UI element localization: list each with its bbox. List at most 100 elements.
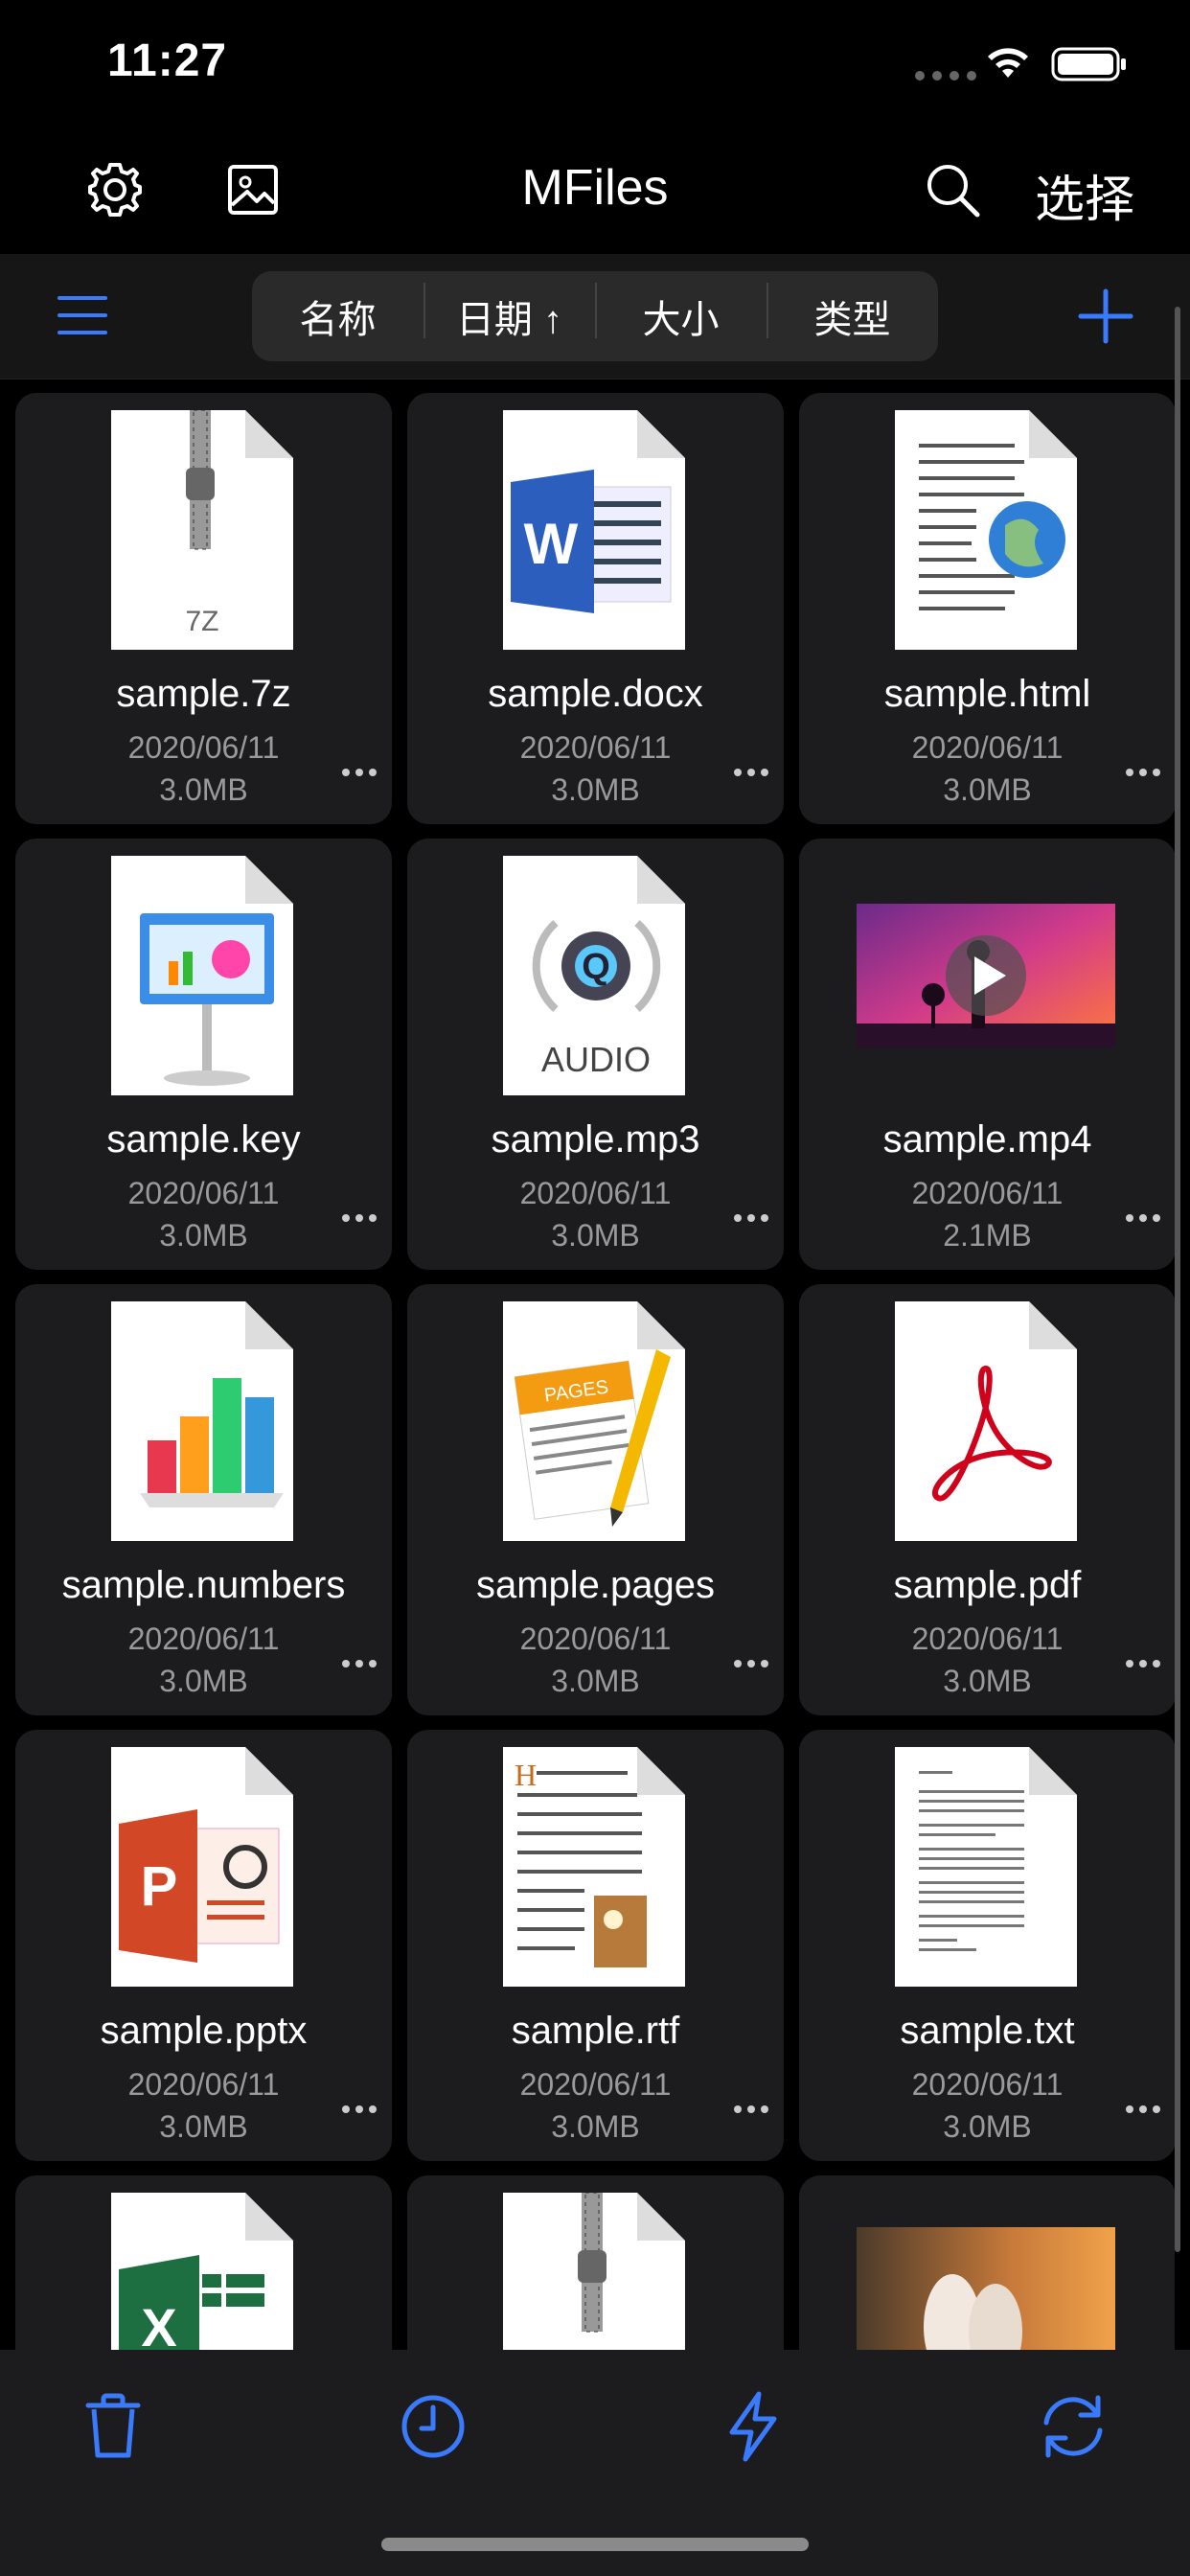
- more-options-icon[interactable]: [340, 765, 378, 780]
- file-size: 3.0MB: [943, 1664, 1032, 1698]
- more-options-icon[interactable]: [1124, 2102, 1162, 2117]
- file-size: 3.0MB: [943, 772, 1032, 807]
- more-options-icon[interactable]: [732, 2102, 770, 2117]
- file-card[interactable]: PAGES sample.pages 2020/06/11 3.0MB: [407, 1284, 784, 1715]
- file-size: 3.0MB: [159, 772, 248, 807]
- file-badge: 7Z: [185, 606, 218, 637]
- file-size: 3.0MB: [159, 1218, 248, 1253]
- more-options-icon[interactable]: [1124, 1210, 1162, 1226]
- word-icon: W: [503, 410, 685, 650]
- sort-by-name[interactable]: 名称: [252, 288, 423, 344]
- trash-icon[interactable]: [75, 2388, 151, 2465]
- rtf-icon: H: [503, 1747, 685, 1987]
- more-options-icon[interactable]: [340, 1210, 378, 1226]
- status-time: 11:27: [107, 35, 228, 86]
- file-card[interactable]: 7Z sample.7z 2020/06/11 3.0MB: [15, 393, 392, 824]
- file-date: 2020/06/11: [127, 1176, 280, 1210]
- more-options-icon[interactable]: [340, 1656, 378, 1671]
- file-card[interactable]: sample.mp4 2020/06/11 2.1MB: [799, 839, 1175, 1270]
- file-date: 2020/06/11: [519, 730, 672, 765]
- menu-icon[interactable]: [56, 292, 109, 338]
- file-name: sample.key: [106, 1118, 301, 1161]
- file-card[interactable]: sample.html 2020/06/11 3.0MB: [799, 393, 1175, 824]
- html-icon: [895, 410, 1077, 650]
- file-card[interactable]: W sample.docx 2020/06/11 3.0MB: [407, 393, 784, 824]
- more-options-icon[interactable]: [1124, 1656, 1162, 1671]
- home-indicator: [381, 2538, 809, 2551]
- numbers-icon: [111, 1301, 293, 1541]
- more-options-icon[interactable]: [1124, 765, 1162, 780]
- clock-icon[interactable]: [395, 2388, 471, 2465]
- file-name: sample.rtf: [511, 2010, 680, 2052]
- file-date: 2020/06/11: [519, 1622, 672, 1656]
- file-name: sample.pages: [475, 1564, 716, 1606]
- svg-text:W: W: [524, 512, 579, 576]
- file-card[interactable]: sample.key 2020/06/11 3.0MB: [15, 839, 392, 1270]
- more-options-icon[interactable]: [732, 1210, 770, 1226]
- add-icon[interactable]: [1077, 288, 1134, 345]
- svg-text:X: X: [141, 2297, 176, 2350]
- file-size: 3.0MB: [551, 772, 640, 807]
- sort-by-size[interactable]: 大小: [595, 283, 767, 344]
- file-size: 3.0MB: [159, 2109, 248, 2144]
- file-card[interactable]: X: [15, 2175, 392, 2350]
- file-name: sample.docx: [488, 673, 703, 715]
- wifi-icon: [988, 48, 1028, 78]
- file-size: 3.0MB: [551, 1218, 640, 1253]
- file-card[interactable]: sample.numbers 2020/06/11 3.0MB: [15, 1284, 392, 1715]
- file-card[interactable]: sample.txt 2020/06/11 3.0MB: [799, 1730, 1175, 2161]
- sort-by-date[interactable]: 日期 ↑: [423, 283, 595, 344]
- signal-icon: [915, 71, 976, 80]
- file-card[interactable]: H sample.rtf 2020/06/11 3.0MB: [407, 1730, 784, 2161]
- file-card[interactable]: sample.pdf 2020/06/11 3.0MB: [799, 1284, 1175, 1715]
- lightning-icon[interactable]: [715, 2388, 791, 2465]
- file-date: 2020/06/11: [127, 730, 280, 765]
- file-date: 2020/06/11: [911, 2067, 1064, 2102]
- more-options-icon[interactable]: [340, 2102, 378, 2117]
- file-card[interactable]: [407, 2175, 784, 2350]
- file-date: 2020/06/11: [127, 1622, 280, 1656]
- file-size: 2.1MB: [943, 1218, 1032, 1253]
- file-card[interactable]: P sample.pptx 2020/06/11 3.0MB: [15, 1730, 392, 2161]
- txt-icon: [895, 1747, 1077, 1987]
- more-options-icon[interactable]: [732, 1656, 770, 1671]
- file-size: 3.0MB: [159, 1664, 248, 1698]
- battery-icon: [1051, 47, 1126, 81]
- file-date: 2020/06/11: [127, 2067, 280, 2102]
- file-grid: 7Z sample.7z 2020/06/11 3.0MB W sample.d…: [15, 393, 1175, 2350]
- file-size: 3.0MB: [551, 1664, 640, 1698]
- file-name: sample.txt: [900, 2010, 1075, 2052]
- sort-by-type[interactable]: 类型: [767, 283, 938, 344]
- search-icon[interactable]: [922, 159, 983, 220]
- select-button[interactable]: 选择: [1035, 159, 1134, 231]
- keynote-icon: [111, 856, 293, 1095]
- video-thumbnail: [857, 904, 1115, 1047]
- file-card[interactable]: Q AUDIO sample.mp3 2020/06/11 3.0MB: [407, 839, 784, 1270]
- navigation-bar: MFiles 选择: [0, 125, 1190, 255]
- file-name: sample.7z: [116, 673, 291, 715]
- file-date: 2020/06/11: [911, 730, 1064, 765]
- powerpoint-icon: P: [111, 1747, 293, 1987]
- file-date: 2020/06/11: [519, 1176, 672, 1210]
- file-name: sample.pptx: [100, 2010, 308, 2052]
- file-name: sample.html: [883, 673, 1091, 715]
- file-card[interactable]: [799, 2175, 1175, 2350]
- file-date: 2020/06/11: [519, 2067, 672, 2102]
- scrollbar[interactable]: [1175, 307, 1180, 2252]
- file-name: sample.numbers: [61, 1564, 346, 1606]
- file-name: sample.mp3: [491, 1118, 700, 1161]
- zip-icon: 7Z: [111, 410, 293, 650]
- pdf-icon: [895, 1301, 1077, 1541]
- refresh-sync-icon[interactable]: [1035, 2388, 1111, 2465]
- file-size: 3.0MB: [551, 2109, 640, 2144]
- sort-segmented-control: 名称 日期 ↑ 大小 类型: [252, 271, 938, 361]
- more-options-icon[interactable]: [732, 765, 770, 780]
- file-date: 2020/06/11: [911, 1176, 1064, 1210]
- file-name: sample.mp4: [882, 1118, 1092, 1161]
- pages-icon: PAGES: [503, 1301, 685, 1541]
- sort-toolbar: 名称 日期 ↑ 大小 类型: [0, 254, 1190, 380]
- page-title: MFiles: [521, 160, 669, 216]
- file-size: 3.0MB: [943, 2109, 1032, 2144]
- zip-icon: [503, 2193, 685, 2350]
- file-date: 2020/06/11: [911, 1622, 1064, 1656]
